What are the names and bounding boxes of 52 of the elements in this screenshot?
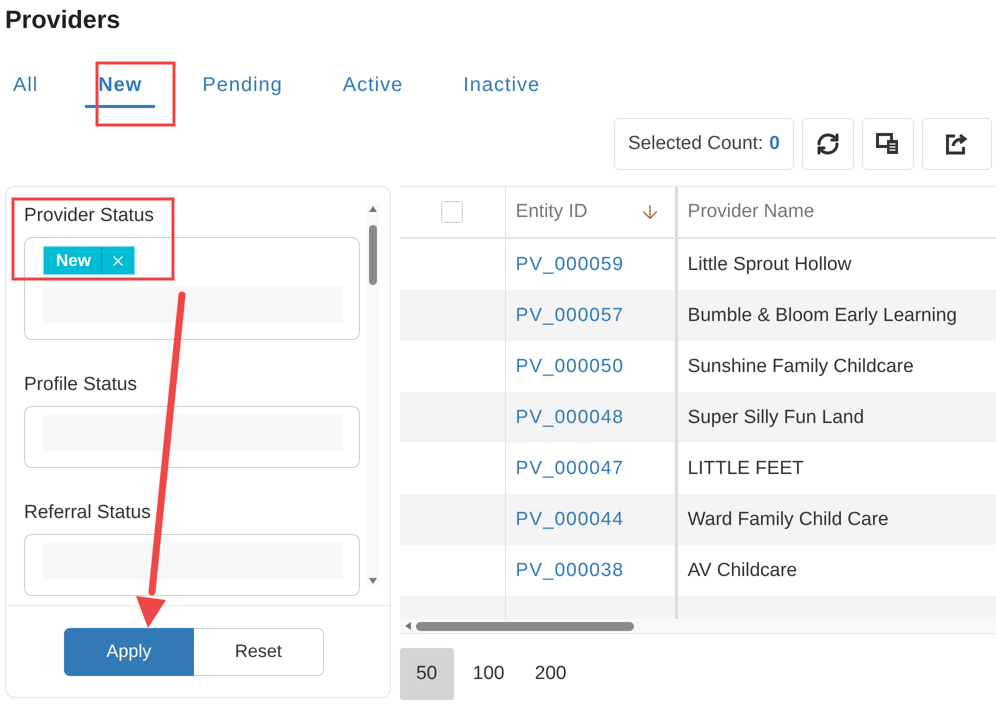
- multiselect-field[interactable]: [24, 406, 360, 468]
- entity-id-link[interactable]: PV_000044: [516, 508, 624, 530]
- selected-count-label: Selected Count:: [628, 133, 764, 155]
- apply-button[interactable]: Apply: [64, 628, 194, 676]
- reset-button[interactable]: Reset: [194, 628, 324, 676]
- entity-id-link[interactable]: PV_000048: [516, 406, 624, 428]
- multiselect-field[interactable]: [24, 534, 360, 596]
- entity-id-link[interactable]: PV_000057: [516, 304, 624, 326]
- horizontal-scrollbar[interactable]: [400, 619, 996, 634]
- provider-name: Sunshine Family Childcare: [688, 356, 914, 378]
- filter-label: Profile Status: [24, 374, 138, 396]
- filter-chip: New: [43, 246, 135, 275]
- multiselect-field[interactable]: New: [24, 237, 360, 340]
- refresh-icon: [816, 132, 840, 156]
- tab[interactable]: Inactive: [450, 72, 554, 108]
- selected-count-value: 0: [769, 133, 780, 155]
- scroll-up-icon[interactable]: [368, 205, 378, 213]
- page-title: Providers: [4, 5, 122, 36]
- scroll-thumb[interactable]: [368, 225, 376, 285]
- page-size-button[interactable]: 50: [400, 648, 454, 700]
- copy-icon: [876, 133, 900, 155]
- search-input[interactable]: [43, 543, 343, 579]
- copy-button[interactable]: [862, 118, 914, 170]
- provider-name: Bumble & Bloom Early Learning: [688, 304, 957, 326]
- entity-id-link[interactable]: PV_000059: [516, 254, 624, 276]
- filter-label: Provider Status: [24, 205, 155, 227]
- column-header[interactable]: Entity ID: [516, 201, 588, 223]
- entity-id-link[interactable]: PV_000047: [516, 458, 624, 480]
- provider-name: LITTLE FEET: [688, 458, 804, 480]
- search-input[interactable]: [43, 415, 343, 451]
- search-input[interactable]: [43, 287, 343, 323]
- column-header[interactable]: Provider Name: [688, 201, 814, 223]
- vertical-scrollbar[interactable]: [366, 205, 379, 585]
- filter-label: Referral Status: [24, 502, 152, 524]
- tab[interactable]: All: [0, 72, 52, 108]
- entity-id-link[interactable]: PV_000038: [516, 560, 624, 582]
- tab[interactable]: New: [85, 72, 156, 108]
- provider-name: Little Sprout Hollow: [688, 254, 852, 276]
- scroll-left-icon[interactable]: [404, 621, 412, 631]
- export-icon: [944, 133, 969, 155]
- provider-name: Ward Family Child Care: [688, 508, 889, 530]
- export-button[interactable]: [922, 118, 992, 170]
- provider-name: AV Childcare: [688, 560, 798, 582]
- page-size-button[interactable]: 200: [524, 648, 578, 700]
- entity-id-link[interactable]: PV_000050: [516, 356, 624, 378]
- select-all-checkbox[interactable]: [441, 201, 464, 223]
- scroll-down-icon[interactable]: [368, 577, 378, 585]
- tab[interactable]: Active: [330, 72, 416, 108]
- tab[interactable]: Pending: [189, 72, 296, 108]
- page-size-button[interactable]: 100: [462, 648, 516, 700]
- provider-name: Super Silly Fun Land: [688, 406, 864, 428]
- refresh-button[interactable]: [802, 118, 854, 170]
